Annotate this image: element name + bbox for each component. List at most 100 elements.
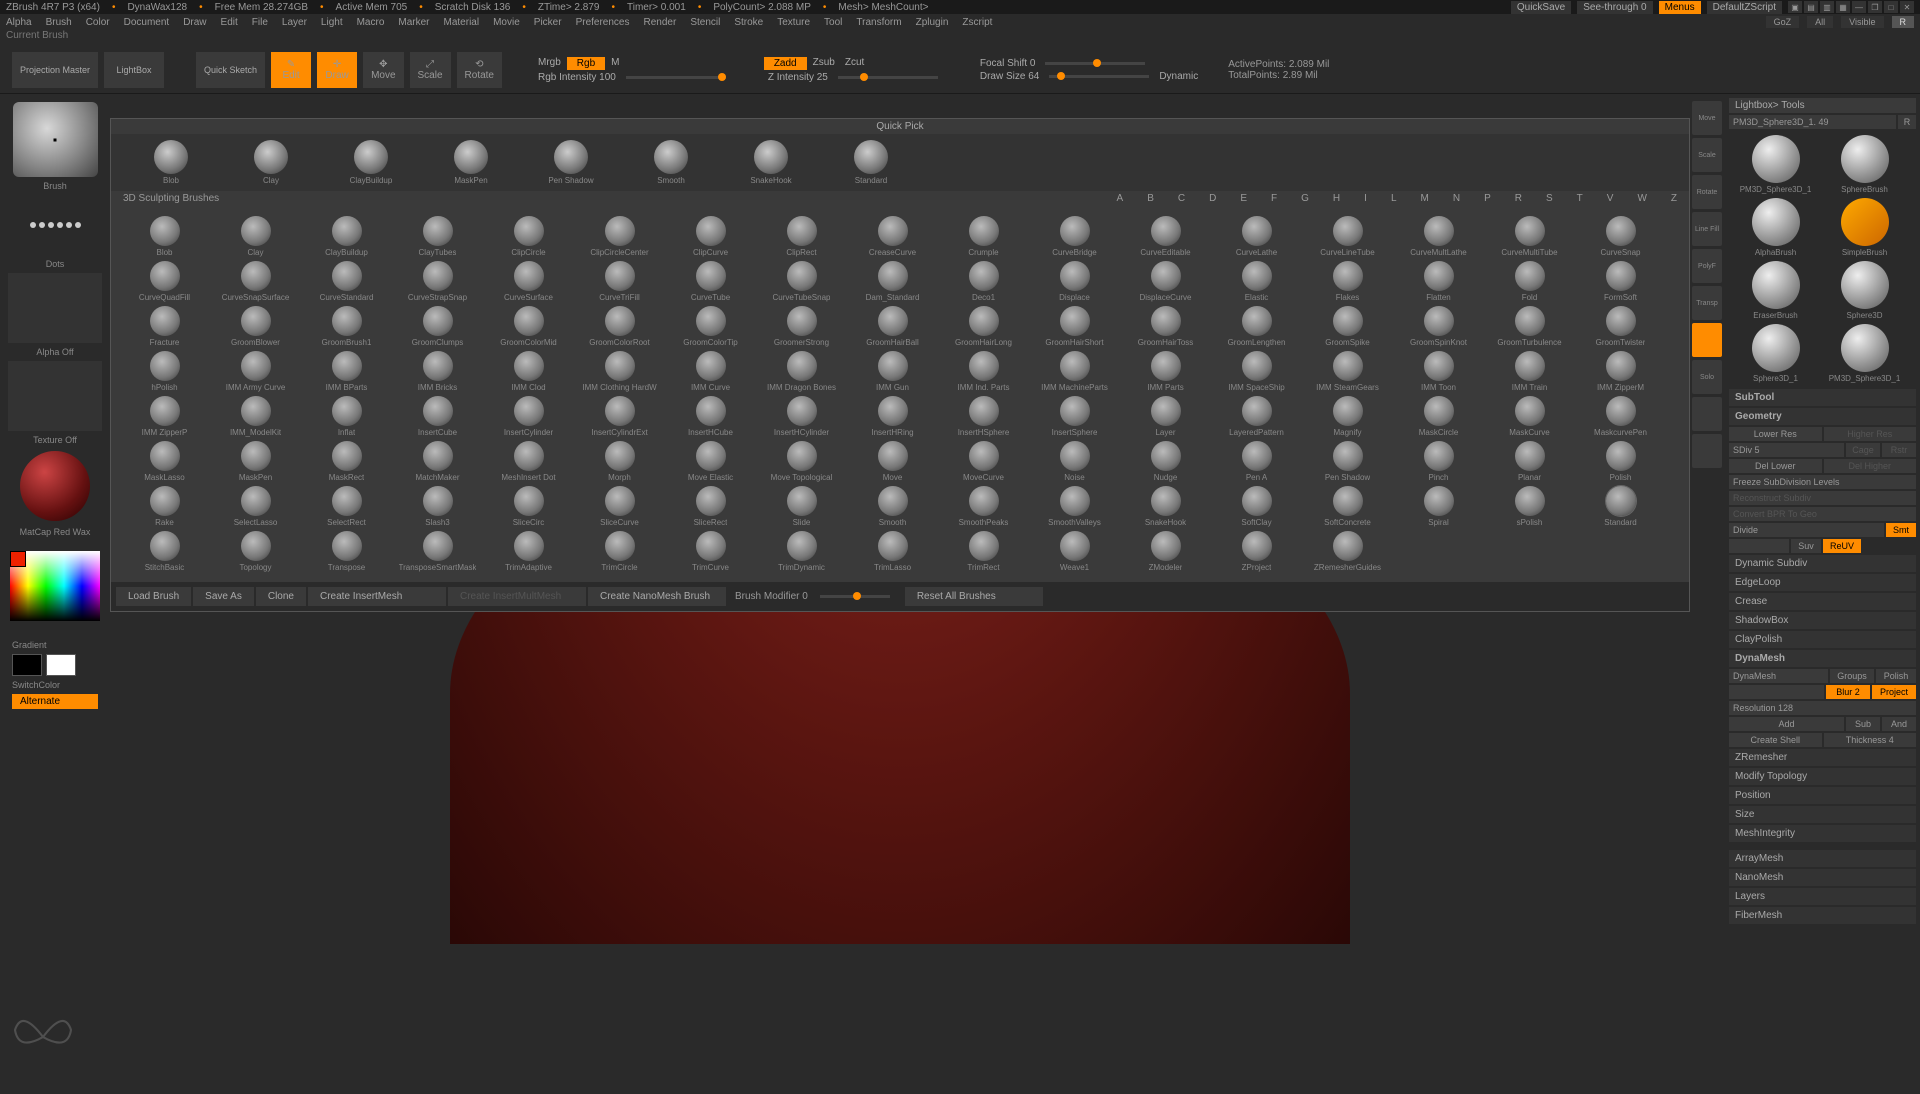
- color-swatches[interactable]: [12, 654, 98, 676]
- freeze-subdiv-button[interactable]: Freeze SubDivision Levels: [1729, 475, 1916, 489]
- brush-item[interactable]: TrimCircle: [574, 529, 665, 574]
- brush-item[interactable]: hPolish: [119, 349, 210, 394]
- create-shell-button[interactable]: Create Shell: [1729, 733, 1822, 747]
- brush-item[interactable]: ClipRect: [756, 214, 847, 259]
- convert-bpr-button[interactable]: Convert BPR To Geo: [1729, 507, 1916, 521]
- layers-section[interactable]: Layers: [1729, 888, 1916, 905]
- menu-stencil[interactable]: Stencil: [690, 17, 720, 28]
- brush-item[interactable]: SliceRect: [665, 484, 756, 529]
- create-insertmultmesh-button[interactable]: Create InsertMultMesh: [447, 586, 587, 607]
- blur-slider[interactable]: Blur 2: [1826, 685, 1870, 699]
- brush-item[interactable]: GroomHairShort: [1029, 304, 1120, 349]
- suv-button[interactable]: Suv: [1791, 539, 1821, 553]
- menu-light[interactable]: Light: [321, 17, 343, 28]
- alpha-filter-g[interactable]: G: [1301, 193, 1309, 204]
- quicksketch-button[interactable]: Quick Sketch: [196, 52, 265, 88]
- menu-movie[interactable]: Movie: [493, 17, 520, 28]
- menu-stroke[interactable]: Stroke: [734, 17, 763, 28]
- dynamesh-button[interactable]: DynaMesh: [1729, 669, 1828, 683]
- brush-item[interactable]: Fracture: [119, 304, 210, 349]
- menu-material[interactable]: Material: [444, 17, 480, 28]
- nanomesh-section[interactable]: NanoMesh: [1729, 869, 1916, 886]
- subtool-section[interactable]: SubTool: [1729, 389, 1916, 406]
- brush-item[interactable]: IMM Toon: [1393, 349, 1484, 394]
- brush-item[interactable]: GroomHairBall: [847, 304, 938, 349]
- load-brush-button[interactable]: Load Brush: [115, 586, 192, 607]
- layout3-icon[interactable]: ▥: [1820, 1, 1834, 13]
- zremesher-section[interactable]: ZRemesher: [1729, 749, 1916, 766]
- brush-item[interactable]: Layer: [1120, 394, 1211, 439]
- brush-item[interactable]: ZModeler: [1120, 529, 1211, 574]
- goz-visible-button[interactable]: Visible: [1841, 16, 1883, 28]
- brush-item[interactable]: IMM Bricks: [392, 349, 483, 394]
- brush-item[interactable]: InsertCylindrExt: [574, 394, 665, 439]
- brush-item[interactable]: GroomBrush1: [301, 304, 392, 349]
- zsub-button[interactable]: Zsub: [809, 57, 839, 70]
- brush-item[interactable]: InsertCylinder: [483, 394, 574, 439]
- brush-item[interactable]: SelectLasso: [210, 484, 301, 529]
- brush-item[interactable]: SmoothValleys: [1029, 484, 1120, 529]
- edit-button[interactable]: ✎Edit: [271, 52, 311, 88]
- brush-item[interactable]: LayeredPattern: [1211, 394, 1302, 439]
- quickpick-brush[interactable]: Blob: [141, 140, 201, 185]
- brush-item[interactable]: Magnify: [1302, 394, 1393, 439]
- reconstruct-button[interactable]: Reconstruct Subdiv: [1729, 491, 1916, 505]
- quickpick-brush[interactable]: Pen Shadow: [541, 140, 601, 185]
- menu-preferences[interactable]: Preferences: [576, 17, 630, 28]
- zcut-button[interactable]: Zcut: [841, 57, 868, 70]
- alpha-filter-r[interactable]: R: [1515, 193, 1522, 204]
- menu-marker[interactable]: Marker: [398, 17, 429, 28]
- tool-item[interactable]: PM3D_Sphere3D_1: [1822, 324, 1907, 383]
- size-section[interactable]: Size: [1729, 806, 1916, 823]
- texture-thumbnail[interactable]: [8, 361, 102, 431]
- tool-item[interactable]: Sphere3D_1: [1733, 324, 1818, 383]
- brush-item[interactable]: MaskLasso: [119, 439, 210, 484]
- arraymesh-section[interactable]: ArrayMesh: [1729, 850, 1916, 867]
- alpha-filter-d[interactable]: D: [1209, 193, 1216, 204]
- brush-item[interactable]: Deco1: [938, 259, 1029, 304]
- rotate-button[interactable]: ⟲Rotate: [457, 52, 502, 88]
- menu-color[interactable]: Color: [86, 17, 110, 28]
- alpha-filter-l[interactable]: L: [1391, 193, 1397, 204]
- dynamesh-section[interactable]: DynaMesh: [1729, 650, 1916, 667]
- projection-master-button[interactable]: Projection Master: [12, 52, 98, 88]
- alternate-button[interactable]: Alternate: [12, 694, 98, 709]
- brush-item[interactable]: SoftClay: [1211, 484, 1302, 529]
- menu-texture[interactable]: Texture: [777, 17, 810, 28]
- dynamic-subdiv-section[interactable]: Dynamic Subdiv: [1729, 555, 1916, 572]
- transp-tool-button[interactable]: Transp: [1692, 286, 1722, 320]
- quicksave-button[interactable]: QuickSave: [1511, 1, 1571, 14]
- geometry-section[interactable]: Geometry: [1729, 408, 1916, 425]
- dynamic-button[interactable]: Dynamic: [1155, 71, 1202, 82]
- brush-item[interactable]: GroomColorTip: [665, 304, 756, 349]
- brush-item[interactable]: MaskCircle: [1393, 394, 1484, 439]
- modify-topology-section[interactable]: Modify Topology: [1729, 768, 1916, 785]
- brush-item[interactable]: GroomSpinKnot: [1393, 304, 1484, 349]
- brush-item[interactable]: IMM Clothing HardW: [574, 349, 665, 394]
- brush-item[interactable]: IMM Train: [1484, 349, 1575, 394]
- brush-item[interactable]: Flakes: [1302, 259, 1393, 304]
- material-thumbnail[interactable]: [20, 451, 90, 521]
- brush-item[interactable]: CurveEditable: [1120, 214, 1211, 259]
- restore-icon[interactable]: ❐: [1868, 1, 1882, 13]
- brush-item[interactable]: Nudge: [1120, 439, 1211, 484]
- brush-item[interactable]: ClayBuildup: [301, 214, 392, 259]
- brush-item[interactable]: IMM Dragon Bones: [756, 349, 847, 394]
- brush-item[interactable]: InsertSphere: [1029, 394, 1120, 439]
- brush-item[interactable]: SmoothPeaks: [938, 484, 1029, 529]
- rgb-intensity-slider[interactable]: Rgb Intensity 100: [534, 72, 620, 83]
- alpha-filter-a[interactable]: A: [1117, 193, 1124, 204]
- lightbox-button[interactable]: LightBox: [104, 52, 164, 88]
- brush-modifier-slider[interactable]: Brush Modifier 0: [727, 586, 904, 607]
- brush-item[interactable]: GroomClumps: [392, 304, 483, 349]
- solo-tool-button[interactable]: Solo: [1692, 360, 1722, 394]
- project-button[interactable]: Project: [1872, 685, 1916, 699]
- tool-item[interactable]: Sphere3D: [1822, 261, 1907, 320]
- brush-item[interactable]: IMM MachineParts: [1029, 349, 1120, 394]
- brush-item[interactable]: InsertHSphere: [938, 394, 1029, 439]
- add-button[interactable]: Add: [1729, 717, 1844, 731]
- brush-item[interactable]: Planar: [1484, 439, 1575, 484]
- alpha-filter-w[interactable]: W: [1637, 193, 1646, 204]
- alpha-filter-h[interactable]: H: [1333, 193, 1340, 204]
- layout2-icon[interactable]: ▤: [1804, 1, 1818, 13]
